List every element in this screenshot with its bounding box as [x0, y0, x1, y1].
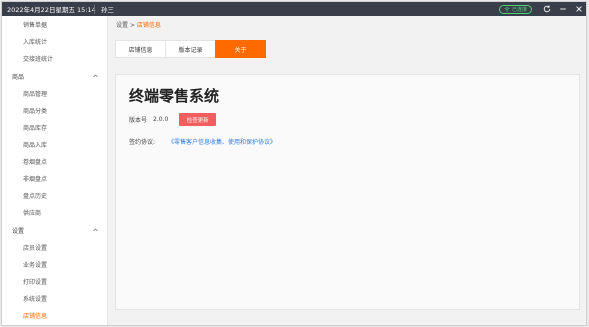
sidebar-item-stock-in-stats[interactable]: 入库统计	[2, 33, 107, 50]
chevron-up-icon	[93, 74, 98, 78]
refresh-icon[interactable]	[540, 2, 554, 16]
sidebar-item-tobacco-count[interactable]: 卷烟盘点	[2, 153, 107, 170]
sidebar-item-goods-category[interactable]: 商品分类	[2, 102, 107, 119]
sidebar-item-non-tobacco-count[interactable]: 非烟盘点	[2, 170, 107, 187]
minimize-icon[interactable]	[556, 2, 570, 16]
sidebar-item-shift-stats[interactable]: 交接班统计	[2, 50, 107, 67]
sidebar-item-system-settings[interactable]: 系统设置	[2, 290, 107, 307]
sidebar-item-store-info[interactable]: 店铺信息	[2, 307, 107, 324]
network-label: 已连接	[511, 6, 527, 13]
sidebar-item-staff-settings[interactable]: 店员设置	[2, 239, 107, 256]
agreement-link[interactable]: 《零售客户信息收集、使用和保护协议》	[168, 137, 276, 146]
agreement-row: 签约协议: 《零售客户信息收集、使用和保护协议》	[129, 137, 276, 146]
app-window: 2022年4月22日星期五 15:14 孙三 已连接 销售单据 入库统计 交接班…	[1, 1, 587, 326]
datetime: 2022年4月22日星期五 15:14	[7, 6, 96, 14]
sidebar-group-label: 设置	[12, 227, 25, 235]
tab-about[interactable]: 关于	[215, 40, 266, 58]
sidebar-item-goods-stock-in[interactable]: 商品入库	[2, 136, 107, 153]
sidebar-item-goods-stock[interactable]: 商品库存	[2, 119, 107, 136]
close-icon[interactable]	[572, 2, 586, 16]
version-number: 2.0.0	[153, 116, 169, 123]
network-status: 已连接	[498, 4, 532, 14]
sidebar-item-print-settings[interactable]: 打印设置	[2, 273, 107, 290]
main-content: 设置 > 店铺信息 店铺信息 版本记录 关于 终端零售系统 版本号 2.0.0 …	[109, 16, 586, 325]
tab-bar: 店铺信息 版本记录 关于	[115, 40, 266, 58]
chevron-up-icon	[93, 228, 98, 232]
version-row: 版本号 2.0.0 检查更新	[129, 113, 217, 126]
sidebar-item-business-settings[interactable]: 业务设置	[2, 256, 107, 273]
tab-version-history[interactable]: 版本记录	[165, 40, 216, 58]
version-label: 版本号	[129, 117, 148, 124]
sidebar: 销售单据 入库统计 交接班统计 商品 商品管理 商品分类 商品库存 商品入库 卷…	[2, 16, 108, 325]
sidebar-group-goods[interactable]: 商品	[2, 67, 107, 85]
sidebar-group-label: 商品	[12, 73, 25, 81]
title-bar: 2022年4月22日星期五 15:14 孙三 已连接	[2, 2, 586, 16]
breadcrumb-root[interactable]: 设置	[116, 22, 128, 29]
tab-store-info[interactable]: 店铺信息	[115, 40, 166, 58]
sidebar-group-settings[interactable]: 设置	[2, 221, 107, 239]
app-title: 终端零售系统	[129, 87, 220, 105]
sidebar-item-count-history[interactable]: 盘点历史	[2, 187, 107, 204]
check-update-button[interactable]: 检查更新	[179, 113, 217, 126]
user-name: 孙三	[101, 6, 114, 14]
agreement-label: 签约协议:	[129, 139, 156, 146]
sidebar-item-goods-manage[interactable]: 商品管理	[2, 85, 107, 102]
sidebar-item-sales-orders[interactable]: 销售单据	[2, 16, 107, 33]
about-panel: 终端零售系统 版本号 2.0.0 检查更新 签约协议: 《零售客户信息收集、使用…	[115, 74, 580, 310]
breadcrumb-separator: >	[129, 22, 135, 29]
breadcrumb: 设置 > 店铺信息	[116, 20, 161, 29]
title-divider	[94, 4, 95, 14]
breadcrumb-current: 店铺信息	[136, 22, 161, 29]
wifi-icon	[504, 6, 510, 12]
sidebar-item-suppliers[interactable]: 供应商	[2, 204, 107, 221]
